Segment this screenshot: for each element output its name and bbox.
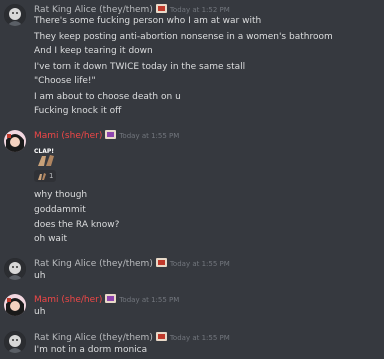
message-line: does the RA know? [34,220,120,230]
clap-emoji: CLAP! [34,146,60,168]
timestamp: Today at 1:55 PM [169,334,230,342]
avatar[interactable] [4,258,26,280]
author-name[interactable]: Rat King Alice (they/them) [34,333,153,343]
message-line: They keep posting anti-abortion nonsense… [34,32,333,42]
author-name[interactable]: Mami (she/her) [34,295,102,305]
badge-icon [155,258,167,267]
message-line: uh [34,307,46,317]
reaction-count: 1 [49,172,54,180]
author-name[interactable]: Mami (she/her) [34,131,102,141]
author-name[interactable]: Rat King Alice (they/them) [34,5,153,15]
badge-icon [105,130,117,139]
avatar[interactable] [4,4,26,26]
message-line: "Choose life!" [34,76,96,86]
message-line: There's some fucking person who I am at … [34,16,262,26]
badge-icon [155,332,167,341]
message-line: I'm not in a dorm monica [34,345,148,355]
reaction-button[interactable]: 1 [34,170,57,182]
timestamp: Today at 1:52 PM [169,6,230,14]
message-line: oh wait [34,234,67,244]
avatar[interactable] [4,294,26,316]
avatar[interactable] [4,130,26,152]
badge-icon [105,294,117,303]
timestamp: Today at 1:55 PM [119,296,180,304]
avatar[interactable] [4,331,26,353]
timestamp: Today at 1:55 PM [169,260,230,268]
clap-emoji-label: CLAP! [34,148,54,155]
message-line: Fucking knock it off [34,106,122,116]
clap-icon [37,172,46,180]
timestamp: Today at 1:55 PM [119,132,180,140]
message-line: I've torn it down TWICE today in the sam… [34,62,246,72]
message-line: And I keep tearing it down [34,46,153,56]
message-line: why though [34,190,88,200]
badge-icon [155,4,167,13]
message-line: I am about to choose death on u [34,92,181,102]
author-name[interactable]: Rat King Alice (they/them) [34,259,153,269]
message-line: uh [34,271,46,281]
message-line: goddammit [34,205,86,215]
